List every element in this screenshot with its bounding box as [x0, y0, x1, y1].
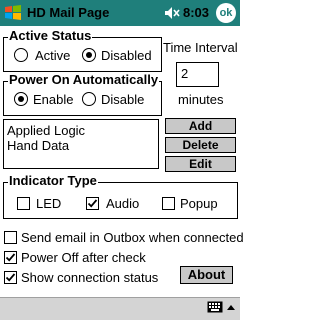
minutes-label: minutes [178, 92, 224, 107]
add-button[interactable]: Add [165, 118, 236, 134]
time-interval-label: Time Interval [163, 40, 238, 55]
checkmark-icon [5, 273, 16, 282]
speaker-muted-icon[interactable] [164, 5, 180, 21]
audio-checkbox[interactable] [86, 197, 99, 210]
indicator-type-legend: Indicator Type [8, 173, 98, 189]
led-label[interactable]: LED [36, 196, 61, 212]
clock[interactable]: 8:03 [183, 5, 209, 20]
popup-checkbox[interactable] [162, 197, 175, 210]
led-checkbox[interactable] [17, 197, 30, 210]
disabled-label[interactable]: Disabled [101, 48, 152, 64]
time-interval-input[interactable]: 2 [176, 62, 219, 87]
up-arrow-icon[interactable] [227, 305, 235, 310]
keyboard-icon[interactable] [207, 301, 223, 313]
enable-label[interactable]: Enable [33, 92, 73, 108]
server-listbox[interactable]: Applied Logic Hand Data [3, 119, 159, 169]
windows-start-icon[interactable] [3, 3, 23, 23]
menu-bar [0, 297, 240, 320]
checkmark-icon [87, 199, 98, 208]
ok-button[interactable]: ok [216, 3, 236, 23]
enable-radio[interactable] [14, 92, 28, 106]
active-status-legend: Active Status [8, 28, 93, 44]
send-outbox-label[interactable]: Send email in Outbox when connected [21, 230, 244, 246]
checkmark-icon [5, 253, 16, 262]
power-off-label[interactable]: Power Off after check [21, 250, 146, 266]
list-item[interactable]: Hand Data [7, 138, 69, 154]
active-label[interactable]: Active [35, 48, 70, 64]
audio-label[interactable]: Audio [106, 196, 139, 212]
power-on-legend: Power On Automatically [8, 72, 160, 88]
edit-button[interactable]: Edit [165, 156, 236, 172]
time-interval-value: 2 [181, 66, 189, 81]
power-off-checkbox[interactable] [4, 251, 17, 264]
send-outbox-checkbox[interactable] [4, 231, 17, 244]
show-status-checkbox[interactable] [4, 271, 17, 284]
disable-radio[interactable] [82, 92, 96, 106]
app-title: HD Mail Page [27, 5, 110, 20]
popup-label[interactable]: Popup [180, 196, 218, 212]
delete-button[interactable]: Delete [165, 137, 236, 153]
disable-label[interactable]: Disable [101, 92, 144, 108]
about-button[interactable]: About [180, 266, 233, 284]
disabled-radio[interactable] [82, 48, 96, 62]
show-status-label[interactable]: Show connection status [21, 270, 158, 286]
active-radio[interactable] [14, 48, 28, 62]
list-item[interactable]: Applied Logic [7, 123, 85, 139]
